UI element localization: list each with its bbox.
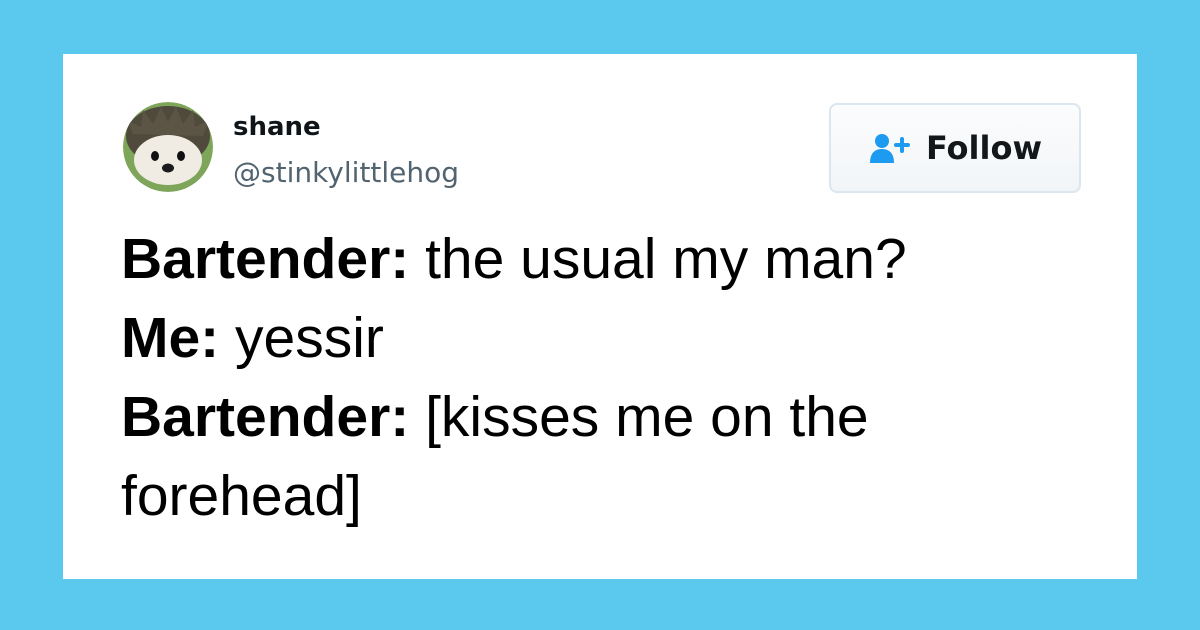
avatar[interactable] <box>123 102 213 192</box>
author-name[interactable]: shane <box>233 112 321 142</box>
tweet-text: Bartender: the usual my man? Me: yessir … <box>121 220 1101 536</box>
tweet-line: Bartender: [kisses me on the <box>121 378 1101 457</box>
dialogue-text: the usual my man? <box>409 227 907 291</box>
follow-label: Follow <box>925 129 1043 167</box>
hedgehog-icon <box>123 102 213 192</box>
tweet-line: forehead] <box>121 457 1101 536</box>
tweet-card: shane @stinkylittlehog Follow Bartender:… <box>63 54 1137 579</box>
dialogue-text: yessir <box>219 306 384 370</box>
dialogue-text: forehead] <box>121 464 362 528</box>
follow-button[interactable]: Follow <box>829 103 1081 193</box>
dialogue-text: [kisses me on the <box>409 385 869 449</box>
speaker-label: Bartender: <box>121 385 410 449</box>
author-handle[interactable]: @stinkylittlehog <box>233 156 459 190</box>
speaker-label: Me: <box>121 306 220 370</box>
tweet-line: Bartender: the usual my man? <box>121 220 1101 299</box>
speaker-label: Bartender: <box>121 227 410 291</box>
add-user-icon <box>869 134 910 163</box>
tweet-line: Me: yessir <box>121 299 1101 378</box>
